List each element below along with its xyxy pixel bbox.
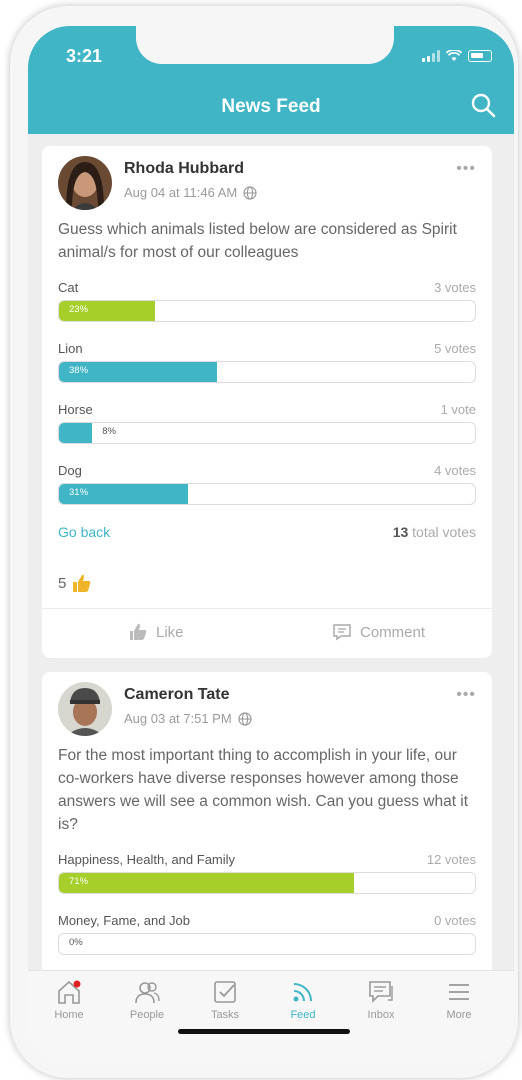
- post-date: Aug 04 at 11:46 AM: [124, 185, 238, 200]
- more-options-icon[interactable]: •••: [456, 160, 476, 178]
- avatar[interactable]: [58, 156, 112, 210]
- poll-option-votes: 0 votes: [434, 913, 476, 928]
- tab-label: Inbox: [367, 1009, 395, 1021]
- poll-option[interactable]: Lion 5 votes 38%: [58, 341, 476, 385]
- tab-inbox[interactable]: Inbox: [346, 977, 416, 1021]
- comment-label: Comment: [360, 623, 426, 641]
- app-header: 3:21 News Feed: [28, 26, 514, 134]
- status-time: 3:21: [66, 46, 103, 66]
- people-icon: [135, 982, 160, 1004]
- poll-option-label: Happiness, Health, and Family: [58, 852, 236, 867]
- tab-more[interactable]: More: [424, 977, 494, 1021]
- tab-feed[interactable]: Feed: [268, 977, 338, 1021]
- thumbs-up-icon: [73, 574, 91, 592]
- tab-people[interactable]: People: [112, 977, 182, 1021]
- battery-icon: [468, 50, 492, 62]
- poll-option-votes: 1 vote: [440, 402, 476, 417]
- comment-icon: [333, 624, 351, 641]
- poll-percent: 71%: [69, 876, 89, 887]
- reaction-summary[interactable]: 5: [58, 572, 92, 594]
- globe-icon: [238, 711, 252, 726]
- poll-option[interactable]: Horse 1 vote 8%: [58, 402, 476, 446]
- tab-label: Feed: [290, 1009, 316, 1021]
- like-label: Like: [156, 623, 184, 641]
- poll-option[interactable]: Cat 3 votes 23%: [58, 280, 476, 324]
- like-icon: [130, 623, 147, 640]
- poll-percent: 23%: [69, 304, 89, 315]
- poll-bar: 8%: [58, 422, 476, 444]
- poll-option-votes: 3 votes: [434, 280, 476, 295]
- total-votes: 13 total votes: [393, 524, 476, 540]
- device-notch: [136, 26, 394, 64]
- app-screen: 3:21 News Feed Rhoda Hubbard Aug 04 at 1…: [28, 26, 514, 1064]
- post-text: For the most important thing to accompli…: [58, 747, 469, 833]
- post-author[interactable]: Rhoda Hubbard: [124, 160, 244, 178]
- poll-bar-fill: [59, 423, 93, 443]
- tasks-icon: [214, 981, 236, 1003]
- poll-percent: 38%: [69, 365, 89, 376]
- menu-icon: [449, 984, 469, 1000]
- tab-label: Home: [54, 1009, 84, 1021]
- poll-percent: 31%: [69, 487, 89, 498]
- poll-option-votes: 4 votes: [434, 463, 476, 478]
- reaction-count: 5: [58, 574, 67, 592]
- page-title: News Feed: [221, 96, 321, 117]
- avatar[interactable]: [58, 682, 112, 736]
- poll-option-label: Cat: [58, 280, 79, 295]
- poll-percent: 8%: [102, 426, 116, 437]
- post-meta: Aug 04 at 11:46 AM: [124, 185, 257, 200]
- bottom-tab-bar: Home People Tasks Feed Inbox More: [28, 970, 514, 1064]
- signal-icon: [422, 50, 440, 62]
- tab-home[interactable]: Home: [34, 977, 104, 1021]
- globe-icon: [243, 185, 257, 200]
- poll-bar: 0%: [58, 933, 476, 955]
- tab-tasks[interactable]: Tasks: [190, 977, 260, 1021]
- comment-button[interactable]: Comment: [332, 622, 425, 642]
- total-votes-label: total votes: [412, 524, 476, 540]
- home-indicator: [178, 1029, 350, 1034]
- poll-option-label: Dog: [58, 463, 82, 478]
- more-options-icon[interactable]: •••: [456, 686, 476, 704]
- post-card: Rhoda Hubbard Aug 04 at 11:46 AM ••• Gue…: [42, 146, 492, 658]
- like-button[interactable]: Like: [128, 622, 184, 642]
- poll-option-votes: 5 votes: [434, 341, 476, 356]
- home-icon: [58, 980, 81, 1004]
- total-votes-count: 13: [392, 524, 409, 540]
- tab-label: More: [446, 1009, 472, 1021]
- tab-label: People: [129, 1009, 165, 1021]
- wifi-icon: [446, 50, 462, 61]
- poll-option-label: Money, Fame, and Job: [58, 913, 190, 928]
- phone-body: 3:21 News Feed Rhoda Hubbard Aug 04 at 1…: [10, 6, 518, 1078]
- poll-option-label: Lion: [58, 341, 83, 356]
- inbox-icon: [369, 981, 393, 1003]
- poll-option-label: Horse: [58, 402, 93, 417]
- poll-option[interactable]: Happiness, Health, and Family 12 votes 7…: [58, 852, 476, 896]
- poll-bar: 38%: [58, 361, 476, 383]
- device-frame: 3:21 News Feed Rhoda Hubbard Aug 04 at 1…: [0, 0, 522, 1080]
- post-meta: Aug 03 at 7:51 PM: [124, 711, 252, 726]
- poll-option-votes: 12 votes: [426, 852, 476, 867]
- poll-bar: 23%: [58, 300, 476, 322]
- status-icons: [422, 50, 492, 62]
- poll-option[interactable]: Dog 4 votes 31%: [58, 463, 476, 507]
- poll-bar: 71%: [58, 872, 476, 894]
- poll-bar: 31%: [58, 483, 476, 505]
- poll-bar-fill: [59, 873, 355, 893]
- search-icon[interactable]: [470, 92, 496, 118]
- post-text: Guess which animals listed below are con…: [58, 221, 457, 261]
- poll-percent: 0%: [69, 937, 83, 948]
- poll-option[interactable]: Money, Fame, and Job 0 votes 0%: [58, 913, 476, 957]
- tab-label: Tasks: [210, 1009, 240, 1021]
- post-author[interactable]: Cameron Tate: [124, 686, 230, 704]
- feed-icon: [293, 983, 312, 1002]
- divider: [42, 608, 492, 609]
- go-back-link[interactable]: Go back: [58, 524, 110, 540]
- post-date: Aug 03 at 7:51 PM: [124, 711, 232, 726]
- post-card: Cameron Tate Aug 03 at 7:51 PM ••• For t…: [42, 672, 492, 1012]
